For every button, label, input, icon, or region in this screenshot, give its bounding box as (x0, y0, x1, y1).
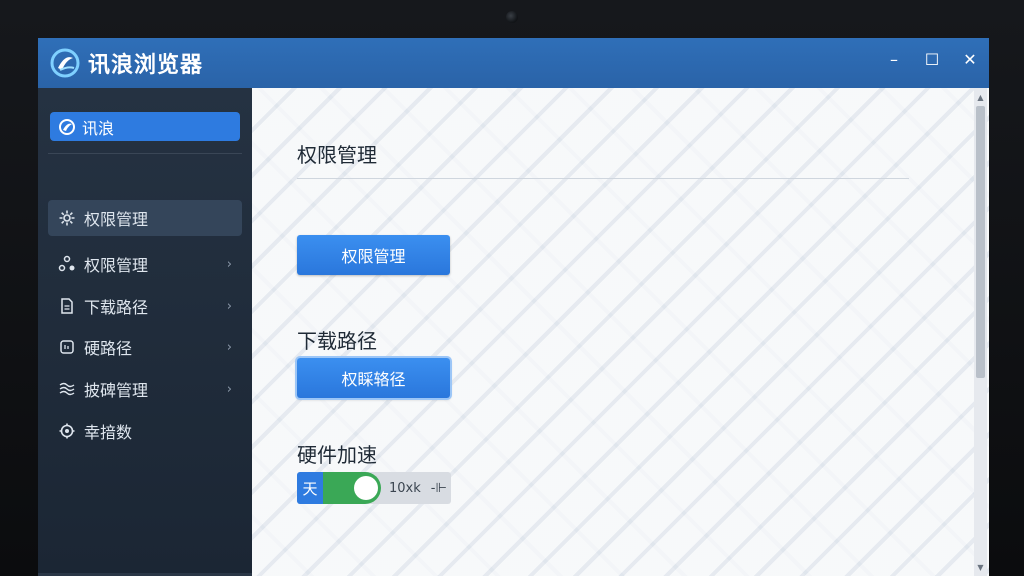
sidebar-item-label: 下载路径 (84, 298, 149, 317)
sidebar: 讯浪 权限管理 权限管理 › 下载路径 › 硬路径 › 披碑管理 › 幸揞数 (38, 88, 252, 576)
webcam (506, 11, 518, 23)
toggle-knob (354, 476, 378, 500)
logo-icon (59, 118, 75, 135)
sidebar-item-params[interactable]: 幸揞数 (48, 413, 242, 449)
sidebar-item-download-path[interactable]: 下载路径 › (48, 288, 242, 324)
section-title-hardware-acceleration: 硬件加速 (297, 443, 377, 467)
sidebar-brand-label: 讯浪 (82, 118, 115, 138)
section-divider (297, 178, 909, 179)
section-title-download-path: 下载路径 (297, 329, 377, 353)
hardware-acceleration-control: 天 10xk -⊩ (297, 472, 451, 504)
pin-icon: -⊩ (430, 480, 447, 496)
scroll-thumb[interactable] (976, 106, 985, 378)
window-controls: – ☐ ✕ (875, 38, 989, 88)
drive-icon (60, 340, 74, 354)
gear-outline-icon (59, 423, 75, 439)
chevron-right-icon: › (226, 298, 232, 314)
gear-icon (59, 210, 75, 226)
permissions-button[interactable]: 权限管理 (297, 235, 450, 275)
scroll-down-arrow-icon[interactable]: ▼ (974, 560, 987, 574)
sidebar-item-permissions[interactable]: 权限管理 › (48, 246, 242, 282)
sidebar-item-permissions-active[interactable]: 权限管理 (48, 200, 242, 236)
sidebar-item-label: 幸揞数 (84, 423, 133, 442)
close-button[interactable]: ✕ (951, 38, 989, 80)
section-title-permissions: 权限管理 (297, 143, 377, 167)
title-bar: 讯浪浏览器 – ☐ ✕ (38, 38, 989, 88)
download-path-button[interactable]: 权睬辂径 (297, 358, 450, 398)
scroll-up-arrow-icon[interactable]: ▲ (974, 90, 987, 104)
toggle-value: 10xk (389, 480, 421, 496)
sidebar-item-label: 披碑管理 (84, 381, 149, 400)
browser-settings-window: 讯浪浏览器 – ☐ ✕ 讯浪 权限管理 权限管理 › 下载路径 › 硬路径 › … (38, 38, 989, 576)
settings-content: 权限管理 权限管理 下载路径 权睬辂径 硬件加速 天 10xk -⊩ ▲ ▼ (252, 88, 989, 576)
chevron-right-icon: › (226, 256, 232, 272)
document-icon (61, 298, 73, 314)
app-logo-icon (50, 48, 80, 78)
app-title: 讯浪浏览器 (88, 53, 204, 78)
nodes-icon (58, 255, 75, 272)
sidebar-brand-item[interactable]: 讯浪 (50, 112, 240, 141)
hardware-acceleration-toggle[interactable] (323, 472, 381, 504)
chevron-right-icon: › (226, 381, 232, 397)
maximize-button[interactable]: ☐ (913, 38, 951, 80)
waves-icon (59, 382, 75, 396)
sidebar-item-label: 权限管理 (84, 256, 149, 275)
vertical-scrollbar[interactable]: ▲ ▼ (974, 88, 987, 576)
toggle-prefix-label: 天 (297, 472, 323, 504)
chevron-right-icon: › (226, 339, 232, 355)
sidebar-item-label: 硬路径 (84, 339, 133, 358)
minimize-button[interactable]: – (875, 38, 913, 80)
sidebar-item-hard-path[interactable]: 硬路径 › (48, 329, 242, 365)
sidebar-item-management[interactable]: 披碑管理 › (48, 371, 242, 407)
sidebar-divider (48, 153, 242, 154)
sidebar-item-label: 权限管理 (84, 210, 149, 229)
